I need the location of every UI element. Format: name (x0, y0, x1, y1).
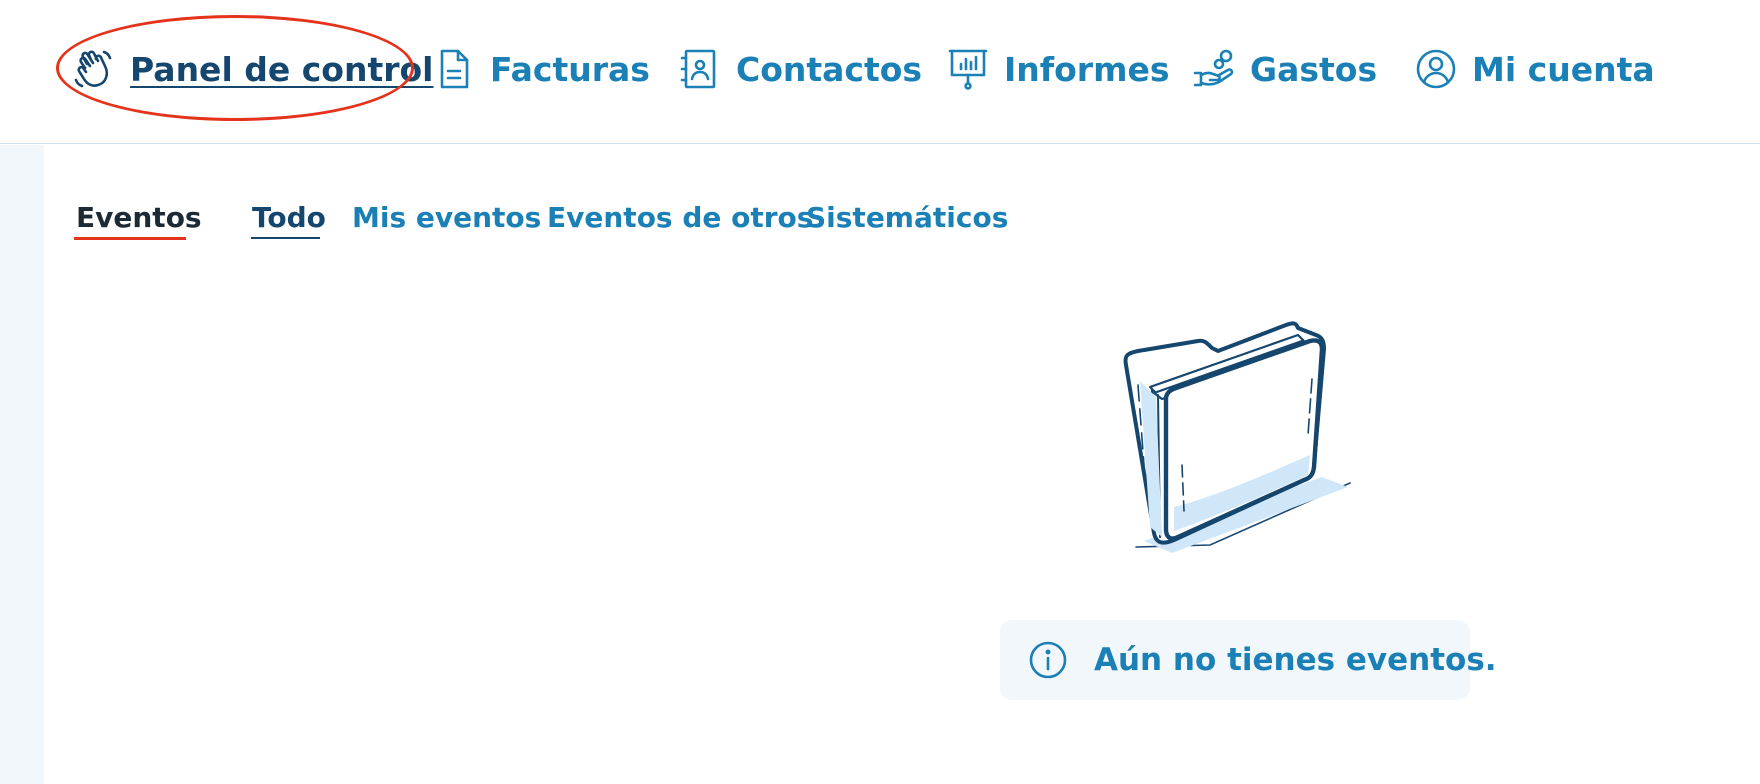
tab-eventos-de-otros[interactable]: Eventos de otros (547, 201, 813, 234)
main-nav: Panel de control Facturas Contactos Info… (0, 0, 1760, 144)
nav-item-informes[interactable]: Informes (946, 45, 1169, 93)
contact-book-icon (678, 47, 722, 91)
user-circle-icon (1414, 47, 1458, 91)
tab-mis-eventos[interactable]: Mis eventos (352, 201, 541, 234)
active-tab-underline (251, 237, 320, 239)
nav-item-label: Mi cuenta (1472, 49, 1655, 89)
nav-item-mi-cuenta[interactable]: Mi cuenta (1414, 45, 1655, 93)
presentation-board-icon (946, 47, 990, 91)
section-title: Eventos (76, 201, 202, 234)
empty-folder-icon (1114, 315, 1364, 560)
hand-coins-icon (1192, 47, 1236, 91)
nav-item-label: Contactos (736, 49, 923, 89)
nav-item-gastos[interactable]: Gastos (1192, 45, 1377, 93)
tab-sistematicos[interactable]: Sistemáticos (806, 201, 1008, 234)
nav-item-panel-de-control[interactable]: Panel de control (72, 45, 434, 93)
empty-state-message: Aún no tienes eventos. (1094, 642, 1497, 678)
info-icon (1028, 640, 1068, 680)
waving-hand-icon (72, 47, 116, 91)
nav-item-label: Panel de control (130, 49, 434, 89)
nav-item-contactos[interactable]: Contactos (678, 45, 922, 93)
empty-state-notice: Aún no tienes eventos. (1000, 620, 1497, 700)
nav-item-label: Informes (1004, 49, 1170, 89)
nav-item-label: Gastos (1250, 49, 1378, 89)
left-rail (0, 145, 44, 784)
nav-item-label: Facturas (490, 49, 650, 89)
nav-item-facturas[interactable]: Facturas (432, 45, 650, 93)
section-title-underline (74, 237, 186, 240)
tab-todo[interactable]: Todo (252, 201, 326, 234)
document-icon (432, 47, 476, 91)
